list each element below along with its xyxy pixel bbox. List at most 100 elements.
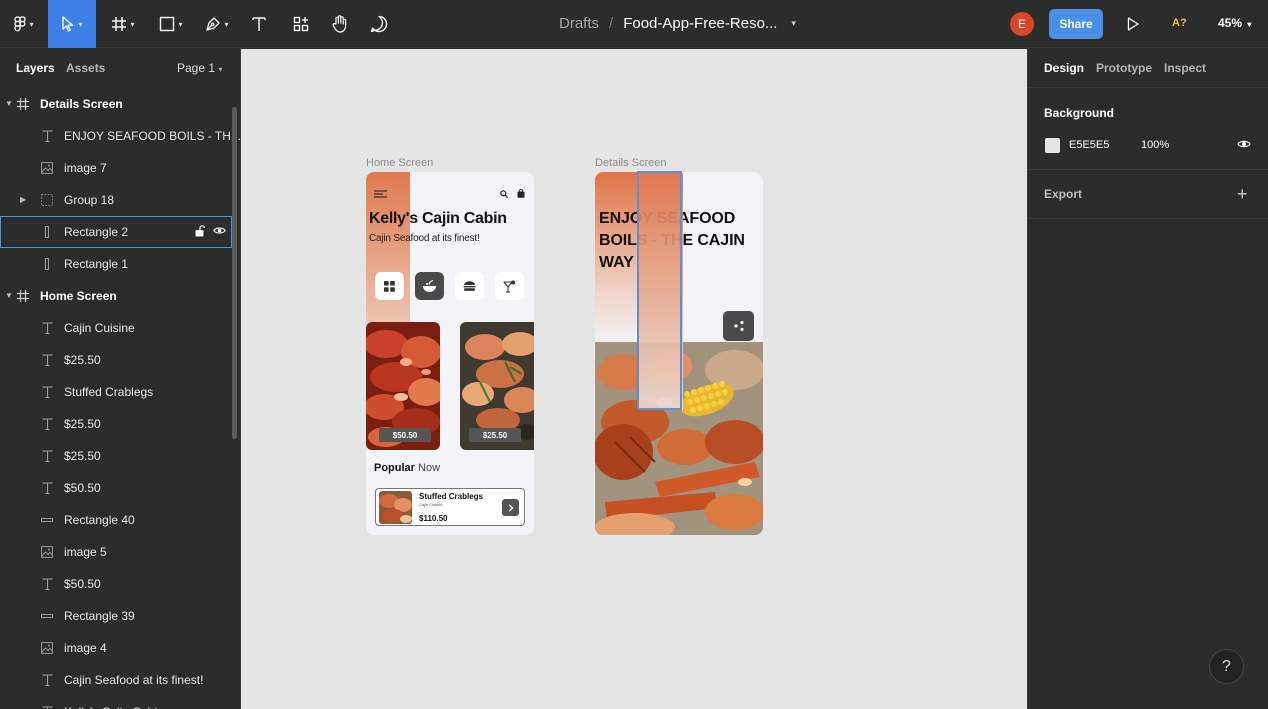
layer-name: Group 18: [64, 193, 115, 207]
details-screen-frame-label[interactable]: Details Screen: [595, 157, 667, 169]
category-all-button[interactable]: [375, 272, 404, 300]
layer-row[interactable]: $25.50: [0, 440, 232, 472]
breadcrumb: Drafts / Food-App-Free-Reso... ▾: [559, 15, 796, 32]
expand-caret-down-icon[interactable]: ▼: [5, 99, 13, 108]
popular-now-heading[interactable]: Popular Now: [374, 462, 440, 474]
layer-row[interactable]: Rectangle 39: [0, 600, 232, 632]
shape-tool-button[interactable]: ▾: [152, 0, 190, 48]
breadcrumb-drafts-link[interactable]: Drafts: [559, 15, 599, 32]
layer-row[interactable]: Stuffed Crablegs: [0, 376, 232, 408]
rectangle-icon: [160, 16, 175, 32]
shopping-bag-icon[interactable]: [517, 189, 525, 198]
layer-row[interactable]: $50.50: [0, 568, 232, 600]
bowl-icon: [423, 279, 436, 292]
text-t-icon: [40, 353, 54, 367]
user-avatar[interactable]: E: [1010, 12, 1034, 36]
help-button[interactable]: ?: [1209, 649, 1244, 684]
tab-design[interactable]: Design: [1044, 61, 1084, 75]
tab-prototype[interactable]: Prototype: [1096, 61, 1152, 75]
category-bowl-button[interactable]: [415, 272, 444, 300]
text-t-icon: [40, 481, 54, 495]
chevron-down-icon: ▾: [218, 65, 223, 74]
background-color-swatch[interactable]: [1045, 138, 1060, 153]
share-button[interactable]: Share: [1049, 9, 1103, 39]
layer-name: $25.50: [64, 353, 101, 367]
frame-tool-button[interactable]: ▾: [104, 0, 142, 48]
layer-row[interactable]: Rectangle 2: [0, 216, 232, 248]
text-tool-button[interactable]: [246, 0, 272, 48]
layer-row[interactable]: image 5: [0, 536, 232, 568]
layer-name: Details Screen: [40, 97, 123, 111]
zoom-dropdown[interactable]: 45% ▾: [1218, 16, 1251, 30]
tab-assets[interactable]: Assets: [66, 61, 105, 75]
export-section-title: Export: [1044, 187, 1083, 201]
layer-row[interactable]: ▶ Group 18: [0, 184, 232, 216]
tab-layers[interactable]: Layers: [16, 61, 55, 75]
price-tag-shrimp[interactable]: $25.50: [469, 428, 521, 442]
home-screen-frame-label[interactable]: Home Screen: [366, 157, 433, 169]
share-action-button[interactable]: [723, 311, 754, 341]
home-subtitle[interactable]: Cajin Seafood at its finest!: [369, 233, 480, 244]
background-opacity-value[interactable]: 100%: [1141, 139, 1169, 151]
crablegs-photo: [379, 491, 412, 524]
chevron-right-icon: [508, 503, 514, 512]
present-button[interactable]: [1127, 17, 1139, 36]
accessibility-check-button[interactable]: A?: [1172, 17, 1187, 29]
eye-icon[interactable]: [213, 226, 226, 235]
layers-scrollbar[interactable]: [232, 107, 237, 439]
popular-item-card[interactable]: Stuffed Crablegs Cajin Cuisine $110.50: [375, 488, 525, 526]
search-icon[interactable]: [500, 190, 508, 198]
chevron-down-icon: ▾: [130, 19, 135, 29]
layers-panel: Layers Assets Page 1 ▾ ▼ Details Screen EN…: [0, 49, 241, 709]
expand-caret-right-icon[interactable]: ▶: [20, 195, 26, 204]
category-burger-button[interactable]: [455, 272, 484, 300]
add-export-plus-icon[interactable]: +: [1237, 185, 1248, 203]
page-selector[interactable]: Page 1 ▾: [177, 61, 222, 75]
layer-name: ENJOY SEAFOOD BOILS - TH...: [64, 129, 241, 143]
file-menu-chevron-icon[interactable]: ▾: [791, 18, 796, 29]
layer-row[interactable]: $25.50: [0, 344, 232, 376]
design-canvas[interactable]: Home Screen Details Screen Kelly's Cajin…: [241, 49, 1027, 709]
eye-icon[interactable]: [1237, 139, 1251, 149]
move-tool-button[interactable]: ▾: [48, 0, 96, 48]
pen-tool-button[interactable]: ▾: [198, 0, 236, 48]
background-hex-value[interactable]: E5E5E5: [1069, 139, 1109, 151]
menu-lines-icon[interactable]: [374, 190, 387, 198]
home-title[interactable]: Kelly's Cajin Cabin: [369, 210, 507, 228]
layer-name: Rectangle 2: [64, 225, 129, 239]
home-screen-frame[interactable]: Kelly's Cajin Cabin Cajin Seafood at its…: [366, 172, 534, 535]
top-toolbar: ▾ ▾ ▾ ▾ ▾ Drafts / Food-App-Free-Reso...…: [0, 0, 1268, 48]
layer-row[interactable]: $25.50: [0, 408, 232, 440]
layer-row[interactable]: Cajin Seafood at its finest!: [0, 664, 232, 696]
layer-name: $50.50: [64, 481, 101, 495]
file-name[interactable]: Food-App-Free-Reso...: [623, 15, 777, 32]
layer-row[interactable]: ENJOY SEAFOOD BOILS - TH...: [0, 120, 240, 152]
layer-name: $25.50: [64, 449, 101, 463]
share-nodes-icon: [733, 321, 744, 331]
popular-item-go-button[interactable]: [502, 499, 519, 516]
category-drinks-button[interactable]: [495, 272, 524, 300]
layer-row[interactable]: $50.50: [0, 472, 232, 504]
layer-row[interactable]: Cajin Cuisine: [0, 312, 232, 344]
popular-item-name: Stuffed Crablegs: [419, 492, 484, 501]
hand-tool-button[interactable]: [327, 0, 353, 48]
expand-caret-down-icon[interactable]: ▼: [5, 291, 13, 300]
cursor-arrow-icon: [62, 16, 74, 32]
components-icon: [293, 16, 309, 32]
layer-row[interactable]: Rectangle 1: [0, 248, 232, 280]
comment-tool-button[interactable]: [366, 0, 392, 48]
layer-row[interactable]: ▼ Home Screen: [0, 280, 232, 312]
hand-icon: [332, 15, 347, 33]
rectangle-icon: [40, 225, 54, 239]
layer-row[interactable]: Kelly's Cajin Cabin: [0, 696, 232, 709]
resources-tool-button[interactable]: [288, 0, 314, 48]
layer-row[interactable]: image 4: [0, 632, 232, 664]
tab-inspect[interactable]: Inspect: [1164, 61, 1206, 75]
layer-row[interactable]: Rectangle 40: [0, 504, 232, 536]
grid-icon: [384, 280, 395, 292]
unlock-icon[interactable]: [195, 225, 205, 237]
layer-row[interactable]: image 7: [0, 152, 232, 184]
main-menu-button[interactable]: ▾: [6, 0, 42, 48]
layer-row[interactable]: ▼ Details Screen: [0, 88, 232, 120]
price-tag-crawfish[interactable]: $50.50: [379, 428, 431, 442]
